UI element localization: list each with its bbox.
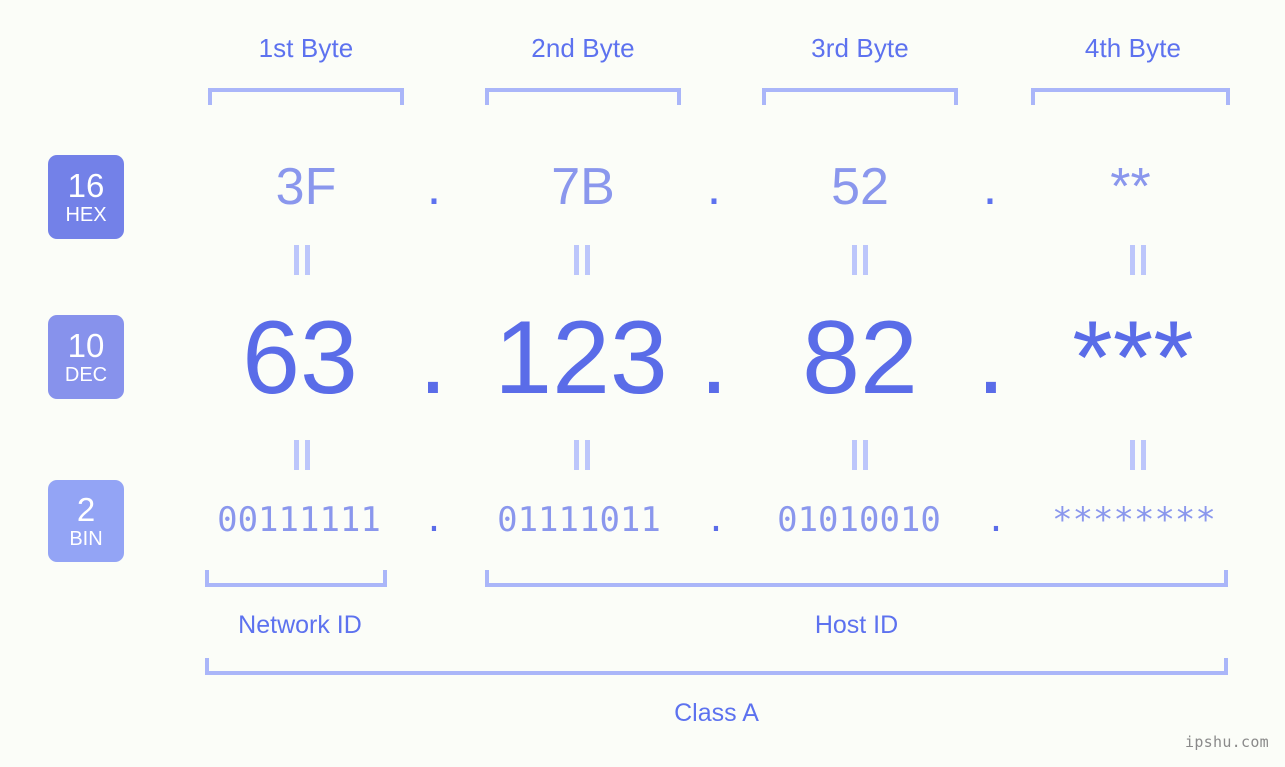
ip-address-breakdown-diagram: 1st Byte 2nd Byte 3rd Byte 4th Byte 16 H… — [0, 0, 1285, 767]
base-badge-dec-number: 10 — [67, 326, 105, 364]
hex-byte-2: 7B — [551, 158, 615, 216]
network-id-label: Network ID — [238, 611, 362, 639]
byte-bracket-3 — [762, 88, 958, 105]
equals-mark-dec-bin-3 — [846, 440, 872, 470]
base-badge-bin: 2 BIN — [48, 480, 124, 562]
dec-separator-1: . — [418, 300, 448, 416]
bin-byte-4: ******** — [1052, 500, 1216, 540]
watermark: ipshu.com — [1185, 733, 1269, 751]
byte-bracket-2 — [485, 88, 681, 105]
byte-header-label-2: 2nd Byte — [531, 33, 635, 63]
equals-mark-dec-bin-2 — [568, 440, 594, 470]
hex-byte-1: 3F — [275, 158, 337, 216]
host-id-label: Host ID — [814, 611, 899, 639]
bin-separator-1: . — [423, 500, 445, 540]
base-badge-hex-number: 16 — [67, 166, 105, 204]
bin-byte-2: 01111011 — [497, 500, 661, 540]
base-badge-hex-name: HEX — [65, 203, 107, 226]
equals-mark-hex-dec-1 — [288, 245, 314, 275]
hex-separator-1: . — [426, 158, 442, 216]
equals-mark-dec-bin-4 — [1124, 440, 1150, 470]
dec-byte-4: *** — [1072, 300, 1194, 416]
base-badge-bin-name: BIN — [69, 527, 103, 550]
hex-separator-3: . — [982, 158, 998, 216]
bin-byte-3: 01010010 — [777, 500, 941, 540]
bin-separator-2: . — [705, 500, 727, 540]
dec-byte-3: 82 — [802, 300, 918, 416]
equals-mark-hex-dec-2 — [568, 245, 594, 275]
base-badge-dec-name: DEC — [64, 363, 108, 386]
network-id-bracket — [205, 570, 387, 587]
byte-bracket-4 — [1031, 88, 1230, 105]
byte-bracket-1 — [208, 88, 404, 105]
byte-header-label-1: 1st Byte — [258, 33, 354, 63]
equals-mark-dec-bin-1 — [288, 440, 314, 470]
base-badge-hex: 16 HEX — [48, 155, 124, 239]
dec-byte-1: 63 — [242, 300, 358, 416]
equals-mark-hex-dec-4 — [1124, 245, 1150, 275]
bin-separator-3: . — [985, 500, 1007, 540]
base-badge-dec: 10 DEC — [48, 315, 124, 399]
dec-separator-2: . — [699, 300, 729, 416]
base-badge-bin-number: 2 — [76, 490, 96, 528]
byte-header-label-3: 3rd Byte — [811, 33, 909, 63]
host-id-bracket — [485, 570, 1228, 587]
byte-header-label-4: 4th Byte — [1084, 33, 1182, 63]
bin-byte-1: 00111111 — [217, 500, 381, 540]
hex-separator-2: . — [706, 158, 722, 216]
class-bracket — [205, 658, 1228, 675]
hex-byte-4: ** — [1110, 158, 1151, 216]
dec-byte-2: 123 — [494, 300, 668, 416]
equals-mark-hex-dec-3 — [846, 245, 872, 275]
class-label: Class A — [674, 699, 759, 727]
dec-separator-3: . — [976, 300, 1006, 416]
hex-byte-3: 52 — [831, 158, 889, 216]
